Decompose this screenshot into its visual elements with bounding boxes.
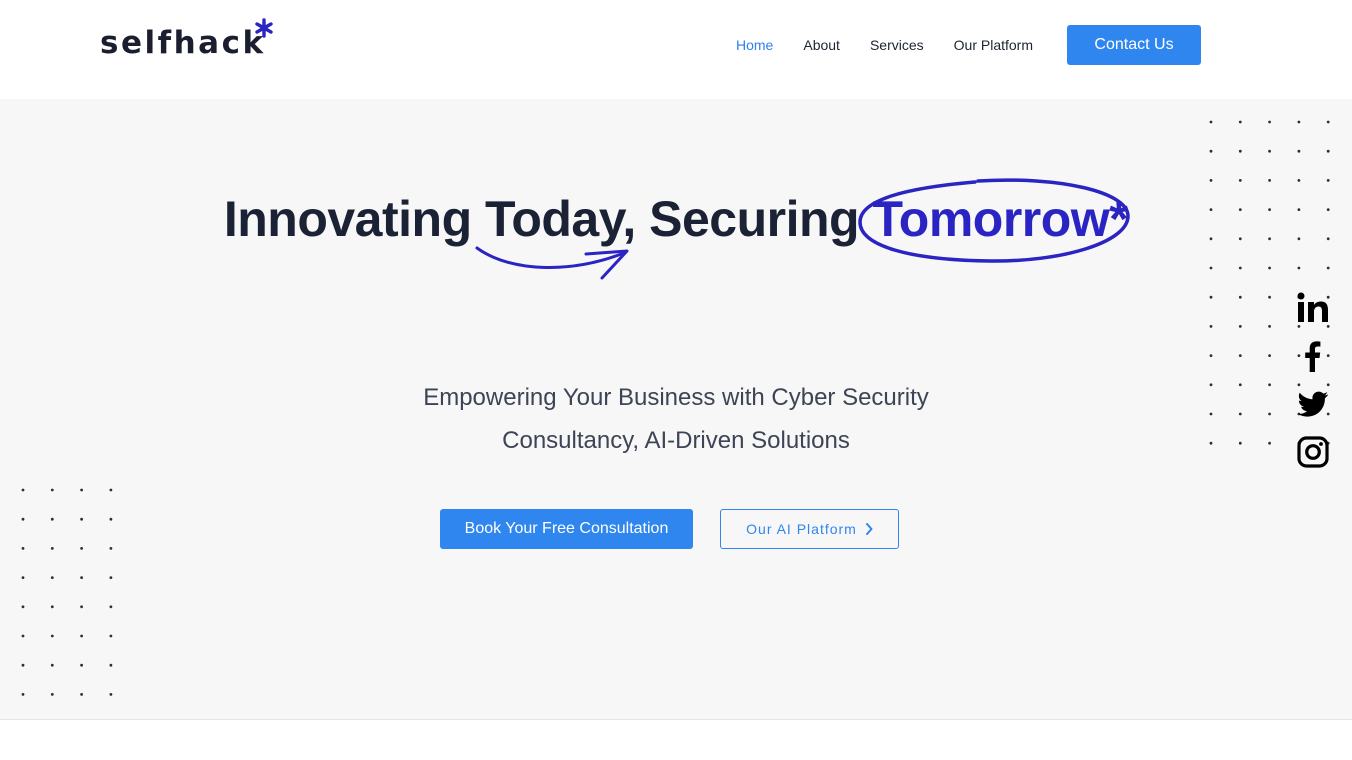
decor-dot: [80, 517, 83, 521]
decor-dot: [1238, 325, 1242, 328]
instagram-icon[interactable]: [1296, 435, 1330, 469]
decor-dot: [109, 576, 113, 579]
decor-dot: [1297, 325, 1301, 328]
decor-dot: [109, 517, 113, 521]
decor-dot: [21, 693, 25, 696]
decor-dot: [1268, 295, 1271, 299]
facebook-icon[interactable]: [1296, 339, 1330, 373]
decor-dot: [1209, 179, 1213, 182]
decor-dot: [1297, 266, 1301, 270]
decor-dot: [50, 517, 54, 521]
asterisk-icon: [255, 18, 273, 38]
decor-dot: [80, 547, 83, 550]
decor-dot: [1238, 120, 1242, 124]
decor-dot: [80, 605, 83, 609]
decor-dot: [1268, 266, 1271, 270]
decor-dot: [1268, 179, 1271, 182]
decor-dot: [1326, 149, 1330, 153]
decor-dot: [109, 547, 113, 550]
decor-dot: [109, 605, 113, 609]
decor-dot: [109, 693, 113, 696]
decor-dot: [1209, 412, 1213, 416]
decor-dot: [1326, 179, 1330, 182]
decor-dot: [1238, 295, 1242, 299]
decor-dot: [1238, 266, 1242, 270]
decor-dot: [1326, 120, 1330, 124]
contact-us-button[interactable]: Contact Us: [1067, 25, 1201, 65]
decor-dot: [1297, 149, 1301, 153]
decor-dot: [21, 517, 25, 521]
decor-dot: [1268, 354, 1271, 357]
decor-dot: [1326, 266, 1330, 270]
decor-dot: [50, 605, 54, 609]
decor-dot: [1297, 179, 1301, 182]
site-header: selfhack Home About Services Our Platfor…: [0, 0, 1352, 99]
decor-dot: [1268, 412, 1271, 416]
decor-dot: [1238, 179, 1242, 182]
decor-dot: [1209, 149, 1213, 153]
decor-dot: [1209, 120, 1213, 124]
decor-dot: [50, 576, 54, 579]
decor-dot: [109, 663, 113, 667]
decor-dot: [80, 576, 83, 579]
decor-dot: [21, 634, 25, 638]
decor-dot: [1268, 149, 1271, 153]
decor-dot: [80, 693, 83, 696]
decor-dot: [80, 634, 83, 638]
decor-dot: [1209, 325, 1213, 328]
nav-item-our-platform[interactable]: Our Platform: [954, 37, 1033, 53]
ai-platform-label: Our AI Platform: [746, 521, 857, 537]
decor-dot: [1209, 266, 1213, 270]
twitter-icon[interactable]: [1296, 387, 1330, 421]
decor-dot: [1326, 325, 1330, 328]
decor-dot: [1238, 149, 1242, 153]
ai-platform-button[interactable]: Our AI Platform: [720, 509, 899, 549]
decor-dot: [1297, 120, 1301, 124]
decor-dot: [109, 488, 113, 492]
decor-dot: [80, 663, 83, 667]
decor-dot: [1268, 325, 1271, 328]
nav-item-about[interactable]: About: [803, 37, 840, 53]
headline-accent: Tomorrow*: [872, 191, 1129, 247]
chevron-right-icon: [865, 523, 873, 535]
decor-dot: [109, 634, 113, 638]
book-consultation-button[interactable]: Book Your Free Consultation: [440, 509, 693, 549]
decor-dot: [50, 634, 54, 638]
decor-dot: [50, 488, 54, 492]
dot-pattern-left: [21, 488, 113, 696]
nav-item-services[interactable]: Services: [870, 37, 924, 53]
decor-dot: [50, 693, 54, 696]
hero-subline-1: Empowering Your Business with Cyber Secu…: [423, 384, 929, 411]
decor-dot: [21, 605, 25, 609]
headline-main: Innovating Today, Securing: [223, 191, 873, 247]
decor-dot: [21, 488, 25, 492]
decor-dot: [1209, 354, 1213, 357]
linkedin-icon[interactable]: [1296, 291, 1330, 325]
decor-dot: [1238, 354, 1242, 357]
decor-dot: [1268, 120, 1271, 124]
decor-dot: [50, 547, 54, 550]
logo[interactable]: selfhack: [100, 18, 266, 68]
decor-dot: [21, 663, 25, 667]
hero-subline-2: Consultancy, AI-Driven Solutions: [502, 427, 850, 454]
nav-item-home[interactable]: Home: [736, 37, 773, 53]
hero-headline: Innovating Today, Securing Tomorrow*: [0, 190, 1352, 248]
decor-dot: [50, 663, 54, 667]
decor-dot: [1238, 412, 1242, 416]
main-nav: Home About Services Our Platform: [720, 25, 1063, 65]
decor-dot: [1209, 295, 1213, 299]
decor-dot: [21, 576, 25, 579]
decor-dot: [21, 547, 25, 550]
decor-dot: [80, 488, 83, 492]
